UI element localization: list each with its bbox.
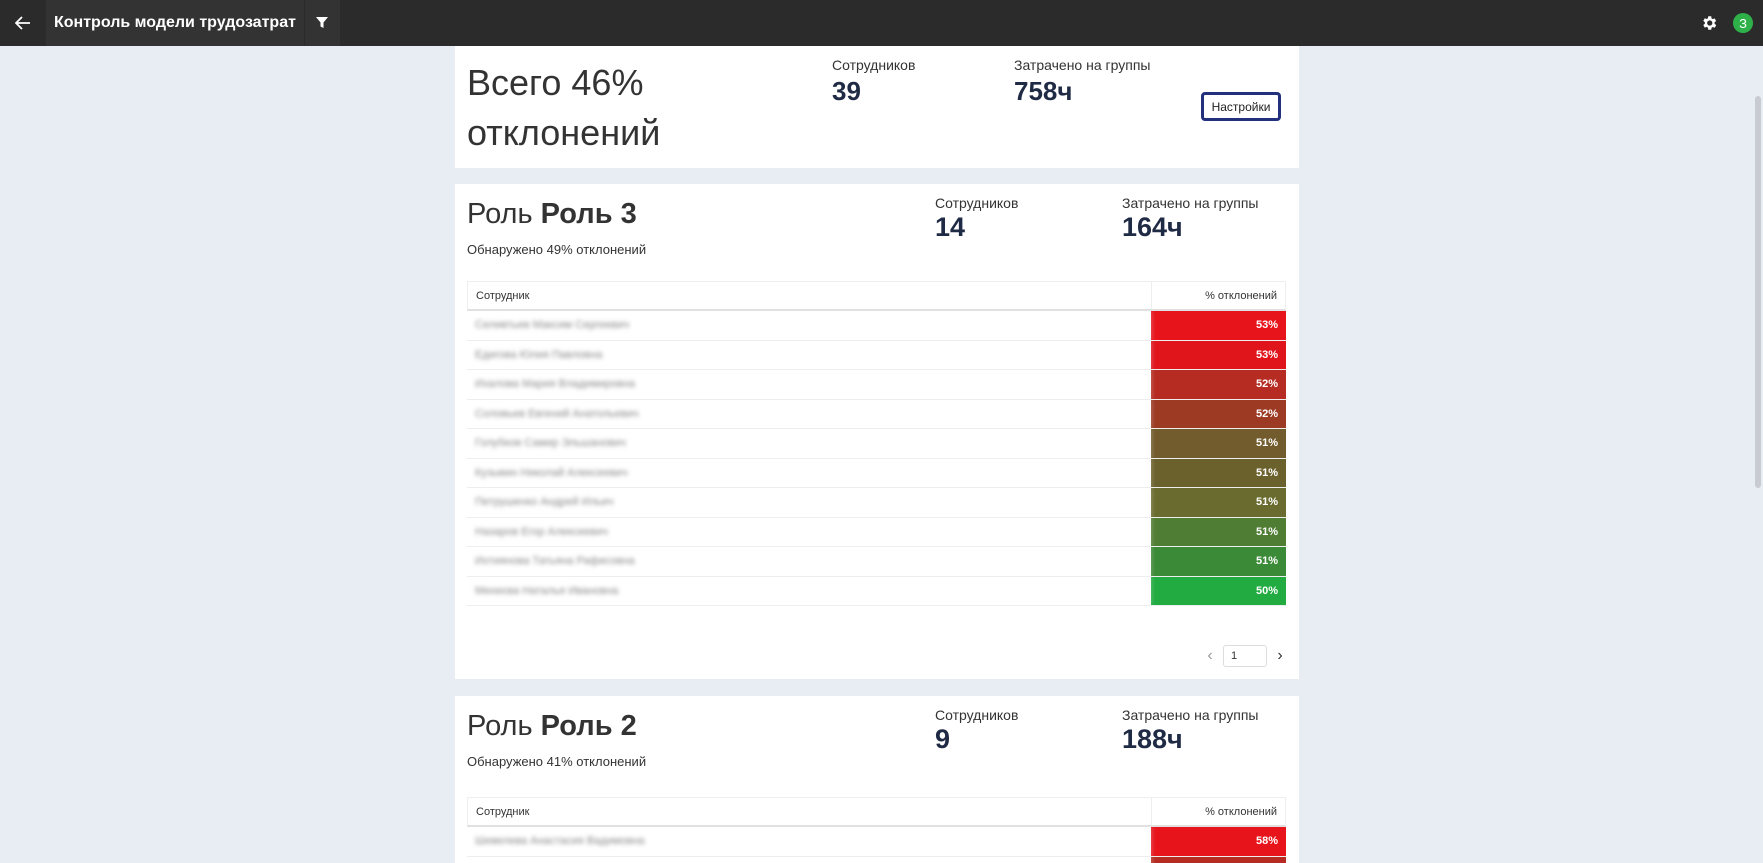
- role-card: Роль Роль 2 Обнаружено 41% отклонений Со…: [455, 696, 1299, 863]
- role-title: Роль Роль 3: [467, 198, 637, 231]
- table-row[interactable]: Назаров Егор Алексеевич 51%: [467, 517, 1286, 547]
- deviation-cell: 51%: [1151, 429, 1286, 458]
- app-title: Контроль модели трудозатрат: [46, 0, 304, 46]
- role-employees-label: Сотрудников: [935, 707, 1019, 723]
- settings-gear-button[interactable]: [1691, 0, 1727, 46]
- employee-name: Соловьев Евгений Анатольевич: [467, 399, 1151, 428]
- table-row[interactable]: Соловьев Евгений Анатольевич 52%: [467, 399, 1286, 429]
- table-row[interactable]: Михеєва Наталья Ивановна 50%: [467, 576, 1286, 606]
- role-title: Роль Роль 2: [467, 710, 637, 743]
- deviation-cell: 53%: [1151, 340, 1286, 369]
- pagination: ‹ ›: [1203, 645, 1287, 667]
- spent-label: Затрачено на группы: [1014, 57, 1151, 73]
- arrow-left-icon: [15, 16, 30, 30]
- deviation-cell: [1151, 856, 1286, 863]
- employee-name: Шевелева Анастасия Вадимовна: [467, 827, 1151, 856]
- top-bar-actions: З: [1691, 0, 1763, 46]
- role-name: Роль 2: [540, 710, 637, 742]
- table-row[interactable]: [467, 856, 1286, 863]
- employees-value: 39: [832, 76, 861, 106]
- employee-name: Михеєва Наталья Ивановна: [467, 576, 1151, 605]
- column-employee[interactable]: Сотрудник: [468, 798, 1152, 825]
- employee-name: Едигова Юлия Павловна: [467, 340, 1151, 369]
- summary-card: Всего 46% отклонений Сотрудников 39 Затр…: [455, 46, 1299, 168]
- table-header: Сотрудник % отклонений: [467, 797, 1286, 827]
- summary-title: Всего 46% отклонений: [467, 62, 661, 153]
- deviation-cell: 51%: [1151, 547, 1286, 576]
- role-spent-value: 188ч: [1122, 724, 1183, 754]
- column-deviation[interactable]: % отклонений: [1152, 282, 1285, 309]
- employee-name: Ихтиянова Татьяна Рафисовна: [467, 547, 1151, 576]
- role-spent-label: Затрачено на группы: [1122, 195, 1259, 211]
- settings-button[interactable]: Настройки: [1201, 92, 1281, 121]
- deviation-cell: 51%: [1151, 517, 1286, 546]
- deviation-cell: 53%: [1151, 311, 1286, 340]
- column-deviation[interactable]: % отклонений: [1152, 798, 1285, 825]
- spent-value: 758ч: [1014, 76, 1073, 106]
- role-prefix: Роль: [467, 198, 533, 230]
- table-row[interactable]: Ихалова Мария Владимировна 52%: [467, 370, 1286, 400]
- employee-name: Селивтьев Максим Сергеевич: [467, 311, 1151, 340]
- next-page-button[interactable]: ›: [1273, 647, 1287, 665]
- deviation-cell: 52%: [1151, 399, 1286, 428]
- scrollbar-thumb[interactable]: [1755, 96, 1761, 488]
- deviation-cell: 52%: [1151, 370, 1286, 399]
- deviation-cell: 50%: [1151, 576, 1286, 605]
- prev-page-button[interactable]: ‹: [1203, 647, 1217, 665]
- table-row[interactable]: Шевелева Анастасия Вадимовна 58%: [467, 827, 1286, 857]
- filter-icon: [316, 17, 329, 28]
- employee-name: [467, 856, 1151, 863]
- employees-table: Сотрудник % отклонений Селивтьев Максим …: [467, 281, 1286, 606]
- table-row[interactable]: Голубков Самир Эльшанович 51%: [467, 429, 1286, 459]
- role-card: Роль Роль 3 Обнаружено 49% отклонений Со…: [455, 184, 1299, 679]
- table-row[interactable]: Петрушенко Андрей Ильич 51%: [467, 488, 1286, 518]
- role-prefix: Роль: [467, 710, 533, 742]
- table-row[interactable]: Ихтиянова Татьяна Рафисовна 51%: [467, 547, 1286, 577]
- table-row[interactable]: Едигова Юлия Павловна 53%: [467, 340, 1286, 370]
- role-deviation-text: Обнаружено 49% отклонений: [467, 242, 647, 257]
- filter-button[interactable]: [303, 0, 340, 46]
- table-header: Сотрудник % отклонений: [467, 281, 1286, 311]
- table-row[interactable]: Селивтьев Максим Сергеевич 53%: [467, 311, 1286, 341]
- table-row[interactable]: Кузьмин Николай Алексеевич 51%: [467, 458, 1286, 488]
- employees-table: Сотрудник % отклонений Шевелева Анастаси…: [467, 797, 1286, 863]
- role-spent-value: 164ч: [1122, 212, 1183, 242]
- employee-name: Голубков Самир Эльшанович: [467, 429, 1151, 458]
- role-employees-label: Сотрудников: [935, 195, 1019, 211]
- role-deviation-text: Обнаружено 41% отклонений: [467, 754, 647, 769]
- role-employees-value: 9: [935, 724, 951, 754]
- employee-name: Ихалова Мария Владимировна: [467, 370, 1151, 399]
- deviation-cell: 51%: [1151, 458, 1286, 487]
- top-bar: Контроль модели трудозатрат З: [0, 0, 1763, 46]
- column-employee[interactable]: Сотрудник: [468, 282, 1152, 309]
- gear-icon: [1703, 16, 1717, 30]
- role-employees-value: 14: [935, 212, 966, 242]
- back-button[interactable]: [0, 0, 46, 46]
- deviation-cell: 58%: [1151, 827, 1286, 856]
- employees-label: Сотрудников: [832, 57, 916, 73]
- employee-name: Кузьмин Николай Алексеевич: [467, 458, 1151, 487]
- role-name: Роль 3: [540, 198, 637, 230]
- deviation-cell: 51%: [1151, 488, 1286, 517]
- employee-name: Петрушенко Андрей Ильич: [467, 488, 1151, 517]
- scrollbar[interactable]: [1753, 46, 1763, 863]
- page-input[interactable]: [1223, 645, 1267, 667]
- employee-name: Назаров Егор Алексеевич: [467, 517, 1151, 546]
- avatar[interactable]: З: [1733, 13, 1753, 33]
- role-spent-label: Затрачено на группы: [1122, 707, 1259, 723]
